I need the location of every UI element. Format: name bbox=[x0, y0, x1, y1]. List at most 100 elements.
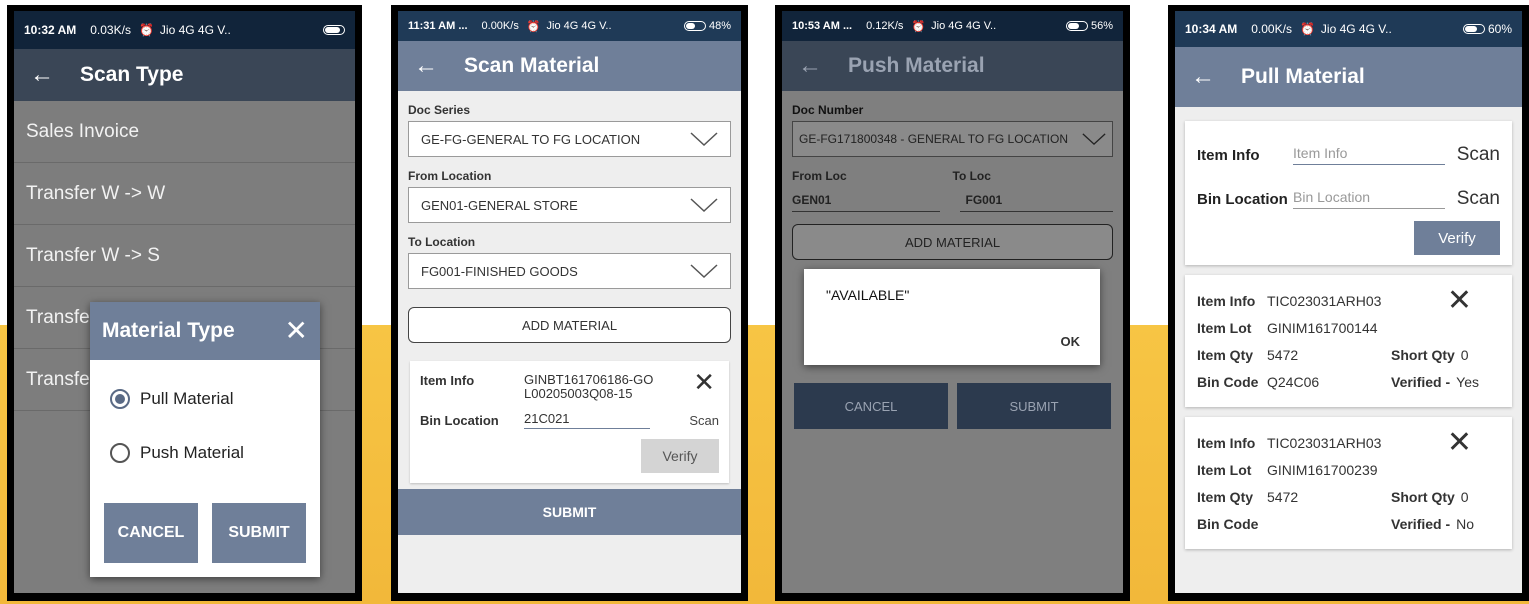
short-qty-label: Short Qty bbox=[1391, 488, 1455, 505]
status-speed: 0.12K/s bbox=[866, 20, 904, 32]
list-item[interactable]: Transfer W -> S bbox=[14, 225, 355, 287]
item-qty-value: 5472 bbox=[1267, 488, 1299, 505]
item-info-value: TIC023031ARH03 bbox=[1267, 292, 1382, 309]
ok-button[interactable]: OK bbox=[1061, 334, 1081, 349]
screen: 10:34 AM 0.00K/s ⏰ Jio 4G 4G V.. 60% ← P… bbox=[1175, 11, 1522, 593]
back-arrow-icon[interactable]: ← bbox=[414, 54, 438, 78]
item-info-value: GINBT161706186-GOL00205003Q08-15 bbox=[524, 372, 654, 401]
item-info-label: Item Info bbox=[1197, 146, 1260, 164]
phone-push-material: 10:53 AM ... 0.12K/s ⏰ Jio 4G 4G V.. 56%… bbox=[775, 5, 1130, 601]
chevron-down-icon bbox=[690, 132, 718, 147]
doc-series-select[interactable]: GE-FG-GENERAL TO FG LOCATION bbox=[408, 121, 731, 157]
status-bar: 10:32 AM 0.03K/s ⏰ Jio 4G 4G V.. bbox=[14, 11, 355, 49]
cancel-button[interactable]: CANCEL bbox=[794, 383, 948, 429]
screen: 10:53 AM ... 0.12K/s ⏰ Jio 4G 4G V.. 56%… bbox=[782, 11, 1123, 593]
screen: 10:32 AM 0.03K/s ⏰ Jio 4G 4G V.. ← Scan … bbox=[14, 11, 355, 593]
from-loc-value[interactable]: GEN01 bbox=[792, 193, 940, 212]
to-loc-value[interactable]: FG001 bbox=[959, 193, 1113, 212]
radio-push-material[interactable]: Push Material bbox=[90, 426, 320, 480]
item-qty-label: Item Qty bbox=[1197, 346, 1254, 363]
back-arrow-icon[interactable]: ← bbox=[1191, 65, 1215, 89]
close-icon[interactable]: ✕ bbox=[693, 367, 715, 398]
page-title: Scan Material bbox=[464, 54, 600, 77]
item-card: ✕ Item Info TIC023031ARH03 Item Lot GINIM1… bbox=[1185, 275, 1512, 407]
add-material-button[interactable]: ADD MATERIAL bbox=[792, 224, 1113, 260]
chevron-down-icon bbox=[690, 198, 718, 213]
radio-checked-icon[interactable] bbox=[110, 389, 130, 409]
verified-label: Verified - bbox=[1391, 515, 1451, 532]
item-info-label: Item Info bbox=[1197, 434, 1256, 451]
alarm-icon: ⏰ bbox=[526, 20, 541, 33]
scan-button[interactable]: Scan bbox=[689, 413, 719, 428]
submit-button[interactable]: SUBMIT bbox=[957, 383, 1111, 429]
status-speed: 0.00K/s bbox=[481, 20, 519, 32]
back-arrow-icon[interactable]: ← bbox=[798, 54, 822, 78]
cancel-button[interactable]: CANCEL bbox=[104, 503, 198, 563]
item-lot-value: GINIM161700144 bbox=[1267, 319, 1378, 336]
status-time: 10:32 AM bbox=[24, 23, 77, 37]
list-item[interactable]: Transfer W -> W bbox=[14, 163, 355, 225]
dialog-header: Material Type ✕ bbox=[90, 302, 320, 360]
item-qty-value: 5472 bbox=[1267, 346, 1299, 363]
bin-location-input[interactable]: Bin Location bbox=[1293, 189, 1445, 209]
close-icon[interactable]: ✕ bbox=[1447, 425, 1472, 460]
status-bar: 10:34 AM 0.00K/s ⏰ Jio 4G 4G V.. 60% bbox=[1175, 11, 1522, 47]
alarm-icon: ⏰ bbox=[1299, 22, 1315, 36]
item-info-input[interactable]: Item Info bbox=[1293, 145, 1445, 165]
radio-label: Pull Material bbox=[140, 389, 234, 408]
page-title: Push Material bbox=[848, 54, 985, 77]
battery-icon bbox=[323, 25, 345, 35]
screen: 11:31 AM ... 0.00K/s ⏰ Jio 4G 4G V.. 48%… bbox=[398, 11, 741, 593]
battery-icon: 56% bbox=[1065, 20, 1113, 32]
list-item[interactable]: Sales Invoice bbox=[14, 101, 355, 163]
phone-pull-material: 10:34 AM 0.00K/s ⏰ Jio 4G 4G V.. 60% ← P… bbox=[1168, 5, 1529, 601]
from-location-select[interactable]: GEN01-GENERAL STORE bbox=[408, 187, 731, 223]
to-location-select[interactable]: FG001-FINISHED GOODS bbox=[408, 253, 731, 289]
page-title: Pull Material bbox=[1241, 65, 1365, 88]
battery-icon: 60% bbox=[1462, 22, 1512, 36]
short-qty-label: Short Qty bbox=[1391, 346, 1455, 363]
short-qty-value: 0 bbox=[1460, 346, 1469, 363]
status-time: 10:34 AM bbox=[1185, 22, 1238, 36]
close-icon[interactable]: ✕ bbox=[1447, 283, 1472, 318]
scan-item-button[interactable]: Scan bbox=[1457, 144, 1500, 166]
chevron-down-icon bbox=[1082, 133, 1106, 146]
to-location-label: To Location bbox=[408, 235, 476, 249]
back-arrow-icon[interactable]: ← bbox=[30, 63, 54, 87]
verified-value: Yes bbox=[1456, 373, 1479, 390]
verify-button[interactable]: Verify bbox=[641, 439, 719, 473]
doc-number-label: Doc Number bbox=[792, 103, 864, 117]
alert-message: "AVAILABLE" bbox=[826, 287, 910, 303]
app-bar: ← Pull Material bbox=[1175, 47, 1522, 107]
status-carrier: Jio 4G 4G V.. bbox=[546, 20, 612, 32]
item-info-label: Item Info bbox=[420, 373, 475, 388]
radio-pull-material[interactable]: Pull Material bbox=[90, 372, 320, 426]
add-material-button[interactable]: ADD MATERIAL bbox=[408, 307, 731, 343]
verified-label: Verified - bbox=[1391, 373, 1451, 390]
radio-unchecked-icon[interactable] bbox=[110, 443, 130, 463]
select-value: GE-FG-GENERAL TO FG LOCATION bbox=[421, 131, 641, 147]
submit-button[interactable]: SUBMIT bbox=[212, 503, 306, 563]
battery-percent: 56% bbox=[1090, 20, 1113, 32]
bin-location-label: Bin Location bbox=[1197, 190, 1288, 208]
bin-location-input[interactable]: 21C021 bbox=[524, 411, 650, 429]
status-carrier: Jio 4G 4G V.. bbox=[931, 20, 997, 32]
scan-bin-button[interactable]: Scan bbox=[1457, 188, 1500, 210]
select-value: GEN01-GENERAL STORE bbox=[421, 197, 578, 213]
verify-button[interactable]: Verify bbox=[1414, 221, 1500, 255]
app-bar: ← Scan Material bbox=[398, 41, 741, 91]
bin-code-label: Bin Code bbox=[1197, 515, 1259, 532]
submit-button[interactable]: SUBMIT bbox=[398, 489, 741, 535]
verified-value: No bbox=[1456, 515, 1475, 532]
phone-scan-material: 11:31 AM ... 0.00K/s ⏰ Jio 4G 4G V.. 48%… bbox=[391, 5, 748, 601]
bin-code-value: Q24C06 bbox=[1267, 373, 1320, 390]
close-icon[interactable]: ✕ bbox=[285, 317, 308, 345]
battery-percent: 60% bbox=[1487, 22, 1512, 36]
to-loc-label: To Loc bbox=[952, 169, 991, 183]
select-value: GE-FG171800348 - GENERAL TO FG LOCATION bbox=[799, 132, 1068, 146]
doc-series-label: Doc Series bbox=[408, 103, 471, 117]
page-title: Scan Type bbox=[80, 63, 184, 86]
item-card: ✕ Item Info GINBT161706186-GOL00205003Q0… bbox=[410, 361, 729, 483]
radio-label: Push Material bbox=[140, 443, 244, 462]
doc-number-select[interactable]: GE-FG171800348 - GENERAL TO FG LOCATION bbox=[792, 121, 1113, 157]
